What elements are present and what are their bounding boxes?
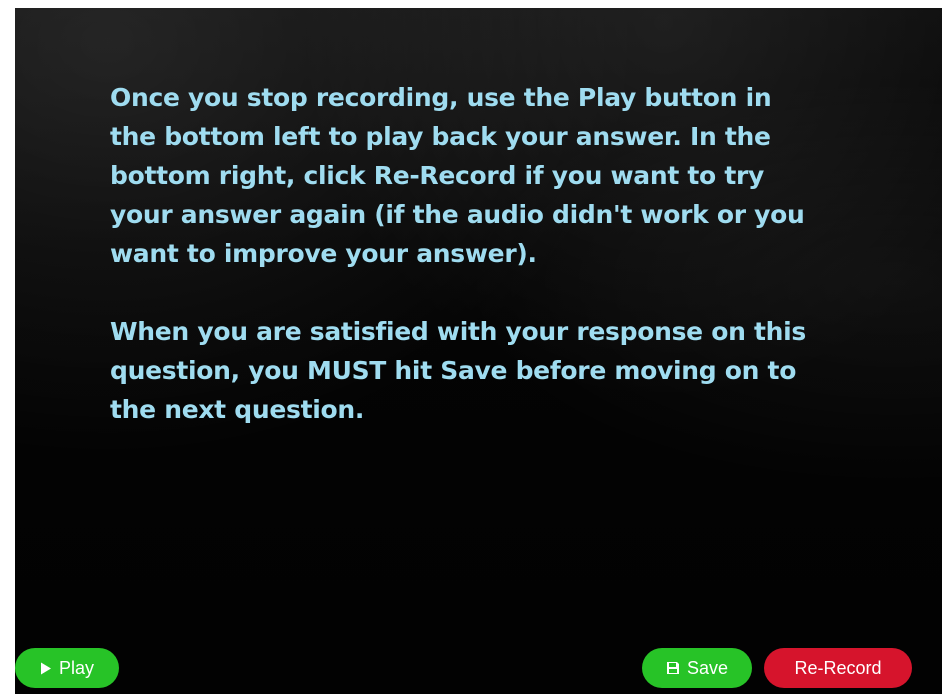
instruction-text: Once you stop recording, use the Play bu… — [110, 78, 810, 429]
instruction-paragraph-1: Once you stop recording, use the Play bu… — [110, 83, 805, 268]
instruction-paragraph-2: When you are satisfied with your respons… — [110, 317, 806, 424]
rerecord-button[interactable]: Re-Record — [764, 648, 912, 688]
save-button-label: Save — [686, 657, 729, 678]
save-button[interactable]: Save — [642, 648, 752, 688]
play-button-label: Play — [58, 657, 94, 678]
play-icon — [40, 662, 52, 675]
floppy-disk-icon — [666, 661, 680, 675]
play-button[interactable]: Play — [15, 648, 119, 688]
rerecord-button-label: Re-Record — [794, 657, 882, 678]
instruction-panel: Once you stop recording, use the Play bu… — [15, 8, 942, 694]
